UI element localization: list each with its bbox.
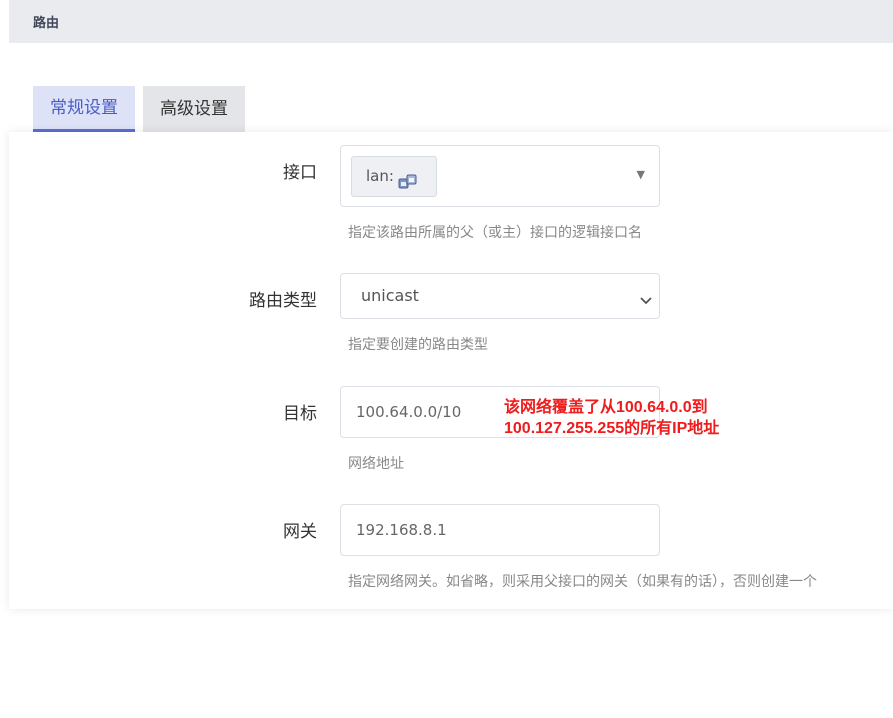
network-ports-icon [398,168,418,207]
interface-chip-label: lan: [366,167,394,185]
annotation-line-2: 100.127.255.255的所有IP地址 [504,420,720,437]
interface-dropdown[interactable]: lan: ▼ [340,145,660,207]
page-title: 路由 [33,16,60,31]
gateway-label: 网关 [283,522,317,542]
gateway-help: 指定网络网关。如省略，则采用父接口的网关（如果有的话），否则创建一个 [348,574,817,590]
red-annotation: 该网络覆盖了从100.64.0.0到 100.127.255.255的所有IP地… [504,397,719,439]
dropdown-caret-icon[interactable]: ▼ [637,168,645,181]
route-type-label: 路由类型 [249,291,317,311]
interface-chip[interactable]: lan: [351,156,437,197]
chevron-down-icon [639,291,653,310]
target-help: 网络地址 [348,456,404,472]
interface-help: 指定该路由所属的父（或主）接口的逻辑接口名 [348,225,642,241]
tab-advanced-settings[interactable]: 高级设置 [143,86,245,132]
annotation-line-1: 该网络覆盖了从100.64.0.0到 [504,399,708,416]
tab-general-settings[interactable]: 常规设置 [33,86,135,132]
target-label: 目标 [283,404,317,424]
settings-panel: 接口 lan: ▼ 指定该路由所属的父（或主）接口的逻辑接口名 路由类型 uni… [9,132,893,609]
route-type-select[interactable]: unicast [340,273,660,319]
target-input-value: 100.64.0.0/10 [356,403,462,421]
page-header: 路由 [9,0,893,43]
gateway-input-value: 192.168.8.1 [356,521,447,539]
route-type-value: unicast [361,286,419,305]
interface-label: 接口 [283,163,317,183]
gateway-input[interactable]: 192.168.8.1 [340,504,660,556]
route-type-help: 指定要创建的路由类型 [348,337,488,353]
